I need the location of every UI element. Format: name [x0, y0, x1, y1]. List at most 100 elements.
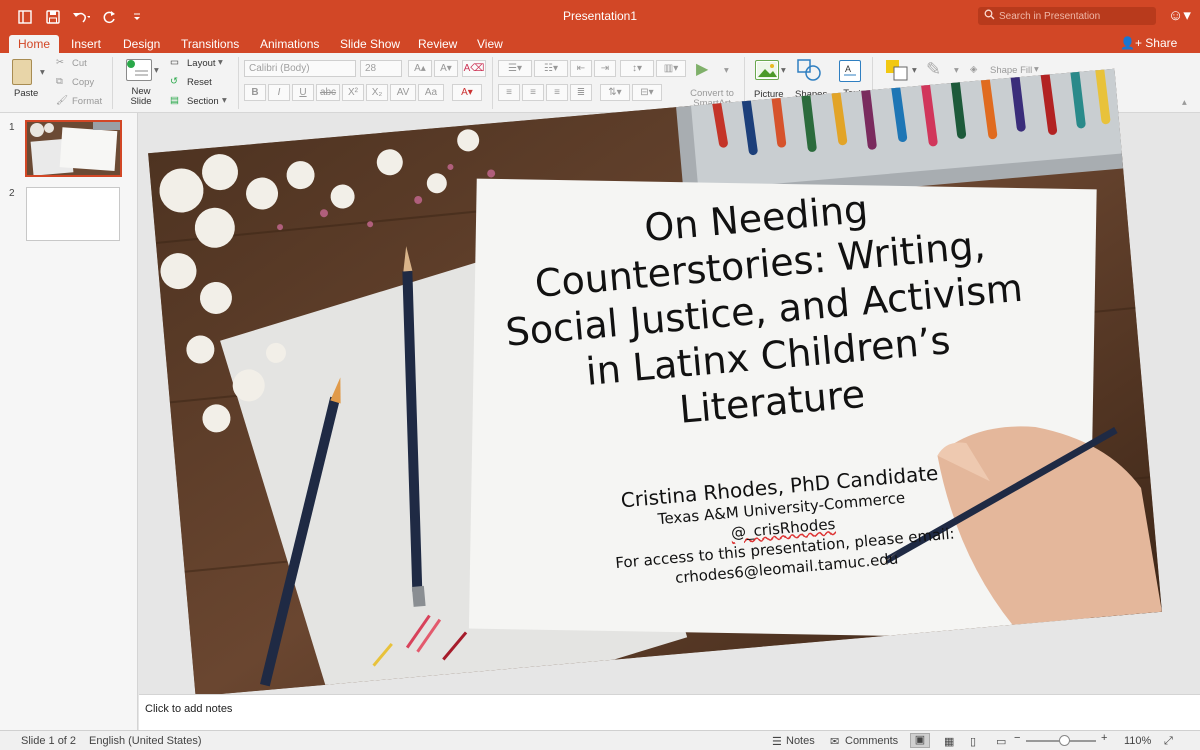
layout-dropdown-icon[interactable]: ▾: [218, 57, 223, 68]
shape-outline-button[interactable]: Shape Outline: [990, 89, 1050, 100]
new-slide-dropdown-icon[interactable]: ▾: [154, 65, 159, 76]
redo-icon[interactable]: [100, 8, 118, 26]
copy-button[interactable]: Copy: [72, 77, 94, 88]
numbering-icon[interactable]: ☷▾: [534, 60, 568, 77]
tab-transitions[interactable]: Transitions: [172, 35, 248, 53]
layout-icon[interactable]: ▭: [170, 57, 179, 68]
new-slide-button[interactable]: New Slide: [130, 87, 152, 107]
tab-animations[interactable]: Animations: [251, 35, 328, 53]
section-icon[interactable]: ▤: [170, 95, 179, 106]
italic-icon[interactable]: I: [268, 84, 290, 101]
tab-slide-show[interactable]: Slide Show: [331, 35, 409, 53]
new-slide-icon[interactable]: [126, 59, 152, 81]
text-box-icon[interactable]: A: [839, 60, 861, 82]
character-spacing-icon[interactable]: AV: [390, 84, 416, 101]
underline-icon[interactable]: U: [292, 84, 314, 101]
language-indicator[interactable]: English (United States): [89, 735, 202, 747]
bold-icon[interactable]: B: [244, 84, 266, 101]
undo-icon[interactable]: [72, 8, 90, 26]
paste-icon[interactable]: [12, 59, 32, 85]
shape-outline-dropdown-icon[interactable]: ▾: [1052, 88, 1057, 99]
picture-icon[interactable]: [755, 60, 779, 80]
clear-formatting-icon[interactable]: A⌫: [462, 60, 486, 77]
cut-button[interactable]: Cut: [72, 58, 87, 69]
arrange-button[interactable]: Arrange: [883, 89, 917, 100]
customize-icon[interactable]: [128, 8, 146, 26]
subscript-icon[interactable]: X₂: [366, 84, 388, 101]
line-spacing-icon[interactable]: ↕▾: [620, 60, 654, 77]
picture-dropdown-icon[interactable]: ▾: [781, 65, 786, 76]
format-painter-icon[interactable]: 🖌: [56, 95, 68, 106]
font-name-select[interactable]: Calibri (Body): [244, 60, 356, 77]
superscript-icon[interactable]: X²: [342, 84, 364, 101]
fit-to-window-icon[interactable]: ⤢: [1164, 735, 1173, 748]
tab-view[interactable]: View: [468, 35, 512, 53]
quick-styles-dropdown-icon[interactable]: ▾: [954, 65, 959, 76]
shape-fill-button[interactable]: Shape Fill: [990, 65, 1032, 76]
font-color-icon[interactable]: A▾: [452, 84, 482, 101]
align-center-icon[interactable]: ≡: [522, 84, 544, 101]
columns-icon[interactable]: ▥▾: [656, 60, 686, 77]
decrease-font-size-icon[interactable]: A▾: [434, 60, 458, 77]
tab-design[interactable]: Design: [114, 35, 169, 53]
notes-button[interactable]: Notes: [786, 735, 815, 747]
decrease-indent-icon[interactable]: ⇤: [570, 60, 592, 77]
format-painter-button[interactable]: Format: [72, 96, 102, 107]
bullets-icon[interactable]: ☰▾: [498, 60, 532, 77]
save-icon[interactable]: [44, 8, 62, 26]
slide-sorter-icon[interactable]: ▦: [944, 735, 954, 748]
zoom-slider-knob[interactable]: [1058, 735, 1070, 746]
picture-button[interactable]: Picture: [754, 89, 784, 100]
zoom-in-icon[interactable]: +: [1101, 732, 1107, 744]
reset-icon[interactable]: ↺: [170, 76, 178, 87]
increase-font-size-icon[interactable]: A▴: [408, 60, 432, 77]
section-dropdown-icon[interactable]: ▾: [222, 95, 227, 106]
shape-fill-icon[interactable]: ◈: [970, 64, 977, 75]
text-direction-icon[interactable]: ⇅▾: [600, 84, 630, 101]
shape-fill-dropdown-icon[interactable]: ▾: [1034, 64, 1039, 75]
shapes-icon[interactable]: [796, 58, 822, 85]
layout-button[interactable]: Layout: [187, 58, 216, 69]
quick-styles-button[interactable]: Quick Styles: [928, 89, 958, 109]
collapse-ribbon-icon[interactable]: ▴: [1182, 97, 1187, 108]
smartart-icon[interactable]: ▶: [696, 59, 708, 79]
tab-insert[interactable]: Insert: [62, 35, 110, 53]
cut-icon[interactable]: ✂: [56, 57, 64, 68]
arrange-icon[interactable]: [885, 59, 909, 84]
copy-icon[interactable]: ⧉: [56, 76, 63, 87]
comments-button[interactable]: Comments: [845, 735, 898, 747]
strikethrough-icon[interactable]: abc: [316, 84, 340, 101]
slideshow-icon[interactable]: ▭: [996, 735, 1006, 748]
slide-thumbnail-1[interactable]: [25, 120, 122, 177]
slide-thumbnail-2[interactable]: [26, 187, 120, 241]
smartart-dropdown-icon[interactable]: ▾: [724, 65, 729, 76]
font-size-select[interactable]: 28: [360, 60, 402, 77]
justify-icon[interactable]: ≣: [570, 84, 592, 101]
notes-pane[interactable]: Click to add notes: [139, 694, 1200, 730]
text-box-button[interactable]: Text Box: [842, 89, 862, 109]
normal-view-icon[interactable]: ▣: [910, 733, 930, 748]
paste-dropdown-icon[interactable]: ▾: [40, 67, 45, 78]
zoom-level[interactable]: 110%: [1124, 735, 1151, 747]
feedback-smiley-icon[interactable]: ☺▾: [1168, 6, 1191, 24]
arrange-dropdown-icon[interactable]: ▾: [912, 65, 917, 76]
search-input[interactable]: Search in Presentation: [978, 7, 1156, 25]
convert-smartart-button[interactable]: Convert to SmartArt: [688, 89, 736, 109]
align-left-icon[interactable]: ≡: [498, 84, 520, 101]
section-button[interactable]: Section: [187, 96, 219, 107]
sidebar-toggle-icon[interactable]: [16, 8, 34, 26]
shapes-button[interactable]: Shapes: [795, 89, 827, 100]
quick-styles-icon[interactable]: ✎: [926, 59, 941, 80]
align-right-icon[interactable]: ≡: [546, 84, 568, 101]
reset-button[interactable]: Reset: [187, 77, 212, 88]
paste-button[interactable]: Paste: [14, 88, 38, 99]
tab-review[interactable]: Review: [409, 35, 466, 53]
tab-home[interactable]: Home: [9, 35, 60, 53]
share-button[interactable]: 👤+ Share: [1120, 36, 1177, 50]
reading-view-icon[interactable]: ▯: [970, 735, 976, 748]
align-text-icon[interactable]: ⊟▾: [632, 84, 662, 101]
zoom-out-icon[interactable]: −: [1014, 732, 1020, 744]
change-case-icon[interactable]: Aa: [418, 84, 444, 101]
shape-outline-icon[interactable]: ✏: [970, 88, 978, 99]
increase-indent-icon[interactable]: ⇥: [594, 60, 616, 77]
